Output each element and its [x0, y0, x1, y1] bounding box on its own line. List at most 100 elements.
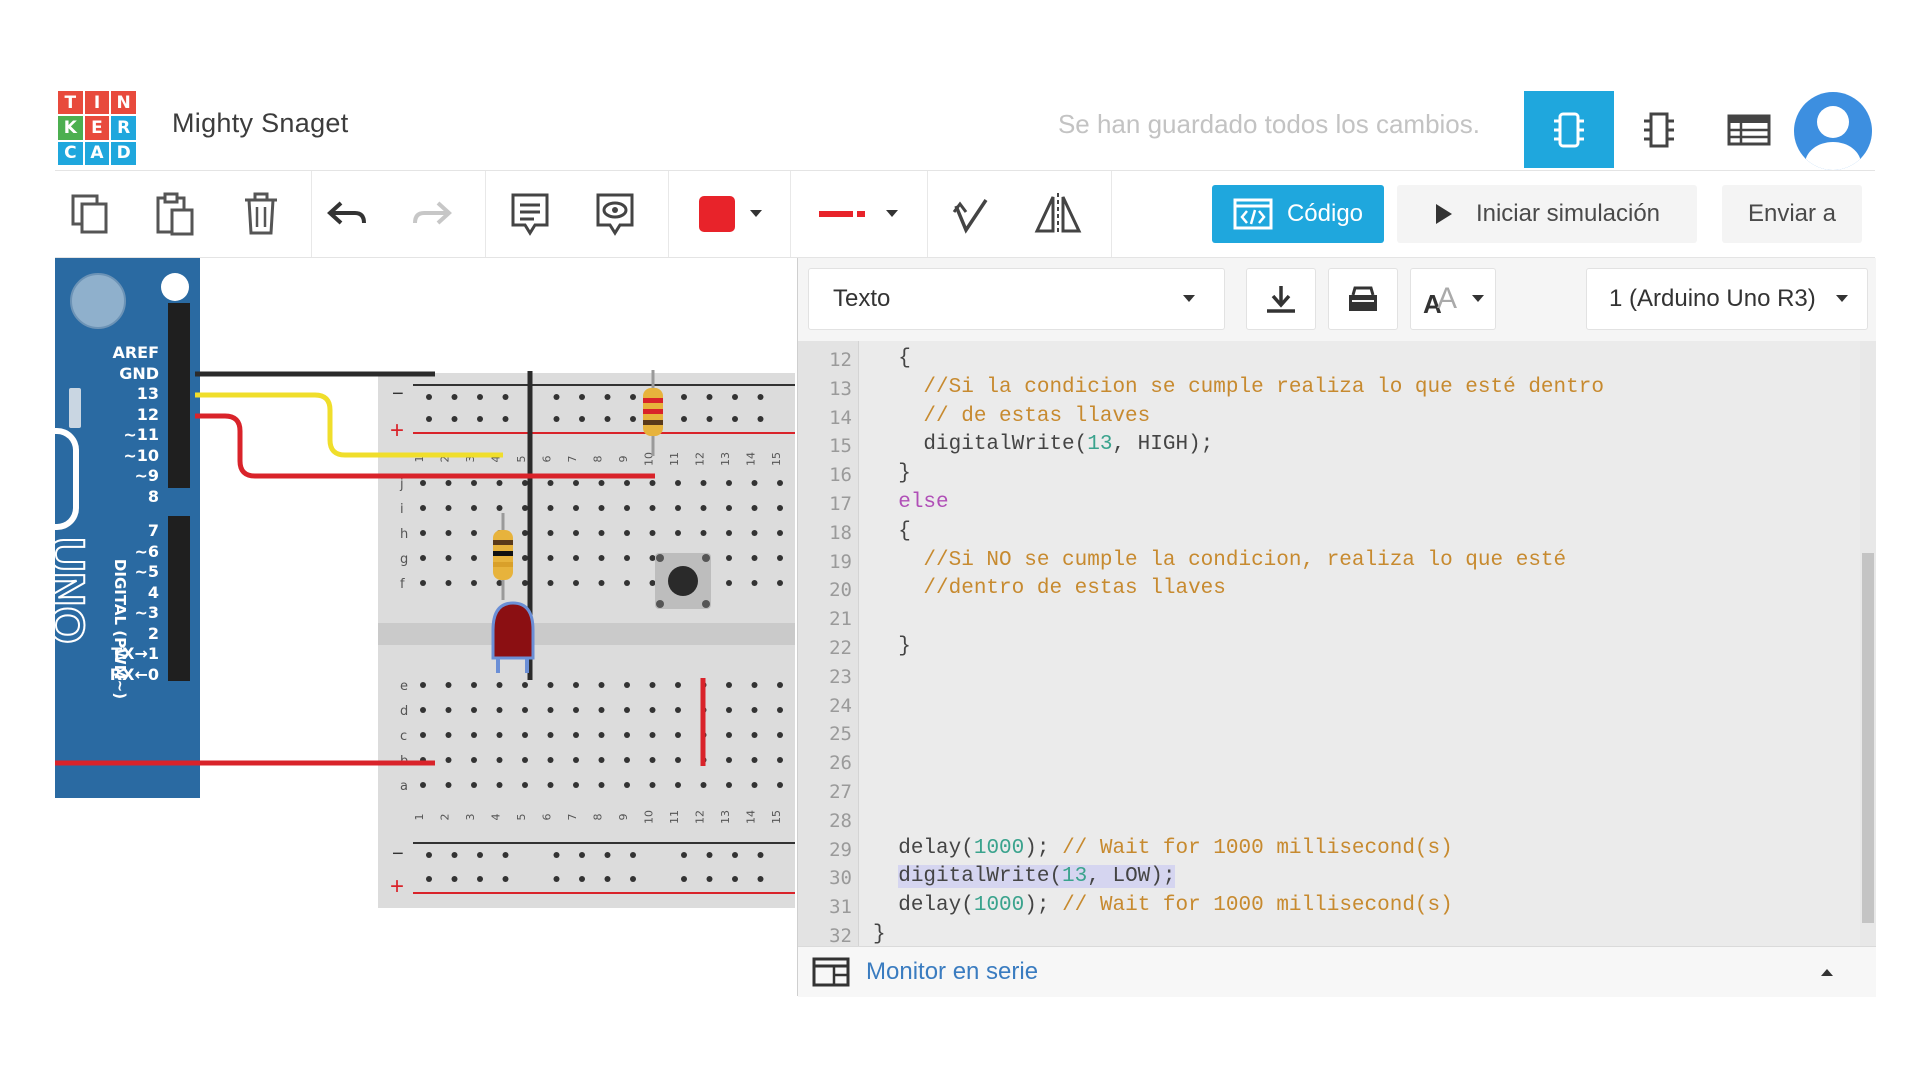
code-line[interactable]: //Si NO se cumple la condicion, realiza … [873, 549, 1566, 572]
visibility-button[interactable] [585, 171, 645, 257]
line-number: 31 [829, 896, 852, 919]
code-token: 1000 [973, 894, 1025, 918]
code-editor[interactable]: 12 13 14 15 16 17 18 19 20 21 22 23 24 25 26 27 28 29 30 31… [798, 341, 1876, 946]
redo-icon [413, 201, 452, 225]
line-number: 14 [829, 406, 852, 429]
circuit-canvas[interactable]: AREF GND 13 12 ~11 ~10 ~9 8 7 ~6 ~5 4 ~3 2 TX→1 RX←0 D… [55, 258, 795, 996]
code-line[interactable]: } [873, 462, 911, 485]
code-token: // Wait for 1000 millisecond(s) [1062, 894, 1453, 918]
code-line-body: delay(1000); // Wait for 1000 millisecon… [898, 837, 1453, 860]
code-line[interactable]: delay(1000); // Wait for 1000 millisecon… [873, 837, 1453, 860]
logo-letter: N [111, 91, 136, 115]
caret-down-icon [1472, 295, 1484, 302]
mirror-button[interactable] [1023, 171, 1093, 257]
code-token: delay( [898, 894, 974, 918]
rotate-button[interactable] [935, 171, 1005, 257]
rotate-icon [952, 199, 988, 234]
line-number: 27 [829, 781, 852, 803]
delete-button[interactable] [231, 171, 291, 257]
code-panel: Texto AA 1 (Arduino Uno R3) 12 13 14 15 16 17… [797, 258, 1876, 997]
device-select-value: 1 (Arduino Uno R3) [1609, 285, 1816, 312]
code-mode-value: Texto [833, 285, 891, 312]
code-line-body: digitalWrite(13, LOW); [898, 865, 1176, 889]
user-avatar[interactable] [1794, 92, 1872, 170]
logo-letter: A [84, 141, 110, 165]
undo-button[interactable] [317, 171, 377, 257]
color-picker[interactable] [681, 171, 781, 257]
serial-monitor-icon [812, 957, 850, 987]
tinkercad-logo[interactable]: TIN KER CAD [58, 91, 136, 165]
caret-up-icon[interactable] [1820, 967, 1834, 977]
code-token: // Wait for 1000 millisecond(s) [1062, 836, 1453, 860]
code-button[interactable]: Código [1212, 185, 1384, 243]
library-icon [1349, 286, 1377, 311]
code-line-body: } [898, 635, 911, 658]
logo-letter: C [58, 141, 83, 165]
line-number-gutter: 12 13 14 15 16 17 18 19 20 21 22 23 24 25 26 27 28 29 30 31… [798, 341, 859, 946]
code-token: 13 [1087, 433, 1113, 457]
code-token: delay( [898, 836, 974, 860]
code-token: } [898, 462, 911, 486]
code-token: //Si la condicion se cumple realiza lo q… [923, 375, 1604, 399]
circuit-overlay [55, 370, 711, 766]
send-to-button[interactable]: Enviar a [1722, 185, 1862, 243]
code-token: ); [1024, 836, 1063, 860]
redo-button[interactable] [402, 171, 462, 257]
code-line[interactable]: delay(1000); // Wait for 1000 millisecon… [873, 894, 1453, 917]
caret-down-icon [1836, 295, 1848, 302]
code-line[interactable]: { [873, 520, 911, 543]
code-line-body: digitalWrite(13, HIGH); [923, 433, 1213, 456]
code-line[interactable]: } [873, 923, 886, 946]
line-number: 19 [829, 550, 852, 573]
font-size-button[interactable]: AA [1410, 268, 1496, 330]
code-mode-select[interactable]: Texto [808, 268, 1225, 330]
code-token: //Si NO se cumple la condicion, realiza … [923, 548, 1567, 572]
code-token: , LOW); [1087, 865, 1176, 889]
start-simulation-button[interactable]: Iniciar simulación [1397, 185, 1697, 243]
line-number: 17 [829, 493, 852, 515]
code-line-body: } [873, 923, 886, 946]
circuit-view-button[interactable] [1524, 91, 1614, 168]
libraries-button[interactable] [1328, 268, 1398, 330]
code-line[interactable]: //Si la condicion se cumple realiza lo q… [873, 376, 1604, 399]
code-line[interactable]: else [873, 491, 948, 514]
device-select[interactable]: 1 (Arduino Uno R3) [1586, 268, 1868, 330]
copy-button[interactable] [60, 171, 120, 257]
line-number: 28 [829, 809, 852, 832]
code-scrollbar[interactable] [1860, 341, 1876, 946]
send-to-label: Enviar a [1747, 200, 1837, 227]
component-list-button[interactable] [1704, 91, 1794, 168]
line-number: 21 [829, 608, 852, 631]
code-line[interactable]: { [873, 347, 911, 370]
pin12-wire [195, 413, 655, 479]
code-line[interactable]: //dentro de estas llaves [873, 577, 1225, 600]
resistor-led [493, 513, 513, 600]
notes-button[interactable] [500, 171, 560, 257]
code-line[interactable]: digitalWrite(13, HIGH); [873, 433, 1213, 456]
paste-button[interactable] [145, 171, 205, 257]
toolbar-divider [668, 171, 669, 257]
download-code-button[interactable] [1246, 268, 1316, 330]
serial-monitor-bar[interactable]: Monitor en serie [798, 946, 1876, 997]
paste-icon [156, 192, 194, 236]
code-line[interactable]: } [873, 635, 911, 658]
code-line[interactable]: // de estas llaves [873, 405, 1150, 428]
project-title[interactable]: Mighty Snaget [172, 108, 349, 139]
schematic-view-button[interactable] [1614, 91, 1704, 168]
code-token: } [873, 923, 886, 946]
scrollbar-thumb[interactable] [1862, 553, 1874, 923]
code-line-body: //Si NO se cumple la condicion, realiza … [923, 549, 1566, 572]
line-number: 18 [829, 521, 852, 544]
line-style-picker[interactable] [799, 171, 919, 257]
line-number: 16 [829, 464, 852, 487]
code-line[interactable]: digitalWrite(13, LOW); [873, 865, 1176, 889]
logo-letter: D [111, 141, 136, 165]
logo-letter: T [58, 91, 83, 115]
